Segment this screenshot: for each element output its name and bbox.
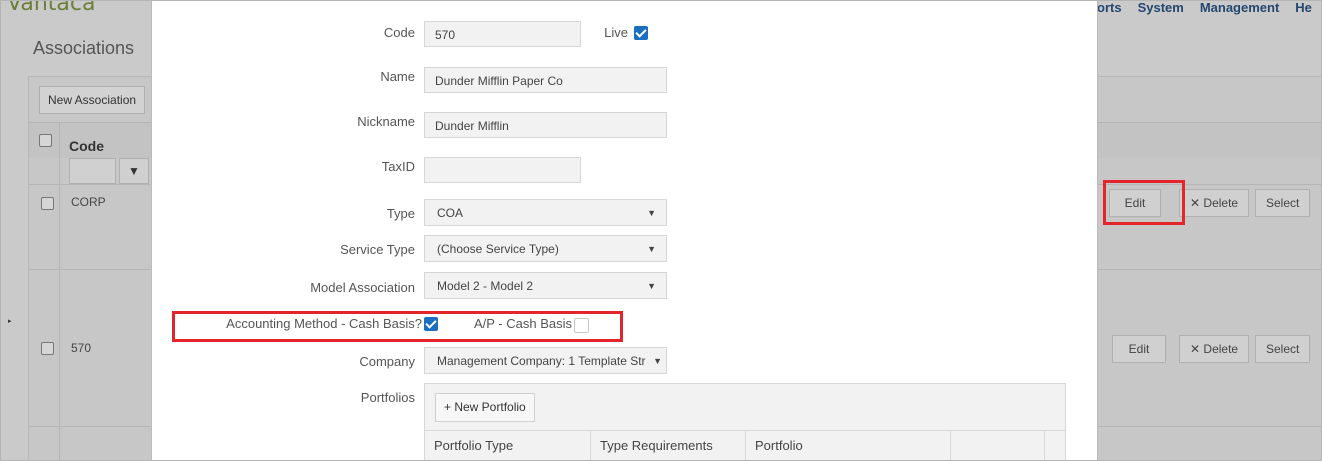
chevron-down-icon: ▼: [647, 244, 656, 254]
row-checkbox[interactable]: [41, 342, 54, 355]
chevron-down-icon: ▼: [647, 208, 656, 218]
code-filter-input[interactable]: [69, 158, 116, 184]
nav-item-system[interactable]: System: [1138, 1, 1184, 15]
filter-icon[interactable]: ▼: [119, 158, 149, 184]
code-label: Code: [383, 25, 415, 40]
delete-label: Delete: [1203, 196, 1239, 210]
select-button[interactable]: Select: [1255, 335, 1311, 363]
type-label: Type: [386, 206, 415, 221]
model-association-select-value: Model 2 - Model 2: [437, 279, 534, 293]
company-label: Company: [359, 354, 415, 369]
taxid-label: TaxID: [381, 159, 415, 174]
delete-label: Delete: [1203, 342, 1239, 356]
top-nav: orts System Management He: [1097, 1, 1312, 15]
grid-divider: [59, 122, 60, 460]
service-type-select[interactable]: (Choose Service Type) ▼: [424, 235, 667, 262]
type-select[interactable]: COA ▼: [424, 199, 667, 226]
new-association-button[interactable]: New Association: [39, 86, 146, 114]
delete-button[interactable]: ✕ Delete: [1179, 189, 1250, 217]
column-portfolio[interactable]: Portfolio: [746, 431, 951, 460]
model-association-label: Model Association: [310, 280, 415, 295]
page-title: Associations: [33, 38, 135, 58]
app-window: Vantaca orts System Management He Associ…: [0, 0, 1322, 461]
taxid-field[interactable]: [424, 157, 581, 183]
row-code: CORP: [71, 195, 106, 209]
code-field[interactable]: 570: [424, 21, 581, 47]
nickname-field[interactable]: Dunder Mifflin: [424, 112, 667, 138]
select-button[interactable]: Select: [1255, 189, 1311, 217]
column-portfolio-type[interactable]: Portfolio Type: [425, 431, 591, 460]
close-icon: ✕: [1190, 196, 1201, 210]
type-select-value: COA: [437, 206, 464, 220]
column-empty: [951, 431, 1045, 460]
column-type-requirements[interactable]: Type Requirements: [591, 431, 746, 460]
delete-button[interactable]: ✕ Delete: [1179, 335, 1250, 363]
nickname-label: Nickname: [357, 114, 415, 129]
new-portfolio-button[interactable]: + New Portfolio: [435, 393, 535, 422]
select-all-checkbox[interactable]: [39, 134, 52, 147]
chevron-down-icon: ▼: [653, 356, 662, 366]
company-select[interactable]: Management Company: 1 Template Str ▼: [424, 347, 667, 374]
edit-highlight-box: [1103, 180, 1185, 225]
chevron-down-icon: ▼: [647, 281, 656, 291]
model-association-select[interactable]: Model 2 - Model 2 ▼: [424, 272, 667, 299]
row-checkbox[interactable]: [41, 197, 54, 210]
portfolios-section: + New Portfolio Portfolio Type Type Requ…: [424, 383, 1066, 460]
association-modal: Code 570 Live Name Dunder Mifflin Paper …: [151, 1, 1098, 460]
cash-basis-highlight-box: [172, 311, 623, 342]
service-type-label: Service Type: [340, 242, 415, 257]
row-code: 570: [71, 341, 92, 355]
code-column-header[interactable]: Code: [69, 138, 104, 154]
app-logo: Vantaca: [7, 0, 96, 16]
service-type-select-value: (Choose Service Type): [437, 242, 559, 256]
name-label: Name: [380, 69, 415, 84]
expand-arrow-icon[interactable]: ▸: [8, 317, 12, 325]
live-label: Live: [604, 25, 628, 40]
nav-item-management[interactable]: Management: [1200, 1, 1279, 15]
portfolios-label: Portfolios: [360, 390, 415, 405]
portfolios-table-header: Portfolio Type Type Requirements Portfol…: [425, 430, 1065, 460]
edit-button[interactable]: Edit: [1112, 335, 1166, 363]
name-field[interactable]: Dunder Mifflin Paper Co: [424, 67, 667, 93]
nav-item-reports[interactable]: orts: [1097, 1, 1122, 15]
close-icon: ✕: [1190, 342, 1201, 356]
company-select-value: Management Company: 1 Template Str: [437, 354, 646, 368]
live-checkbox[interactable]: [634, 26, 648, 40]
nav-item-help[interactable]: He: [1295, 1, 1312, 15]
